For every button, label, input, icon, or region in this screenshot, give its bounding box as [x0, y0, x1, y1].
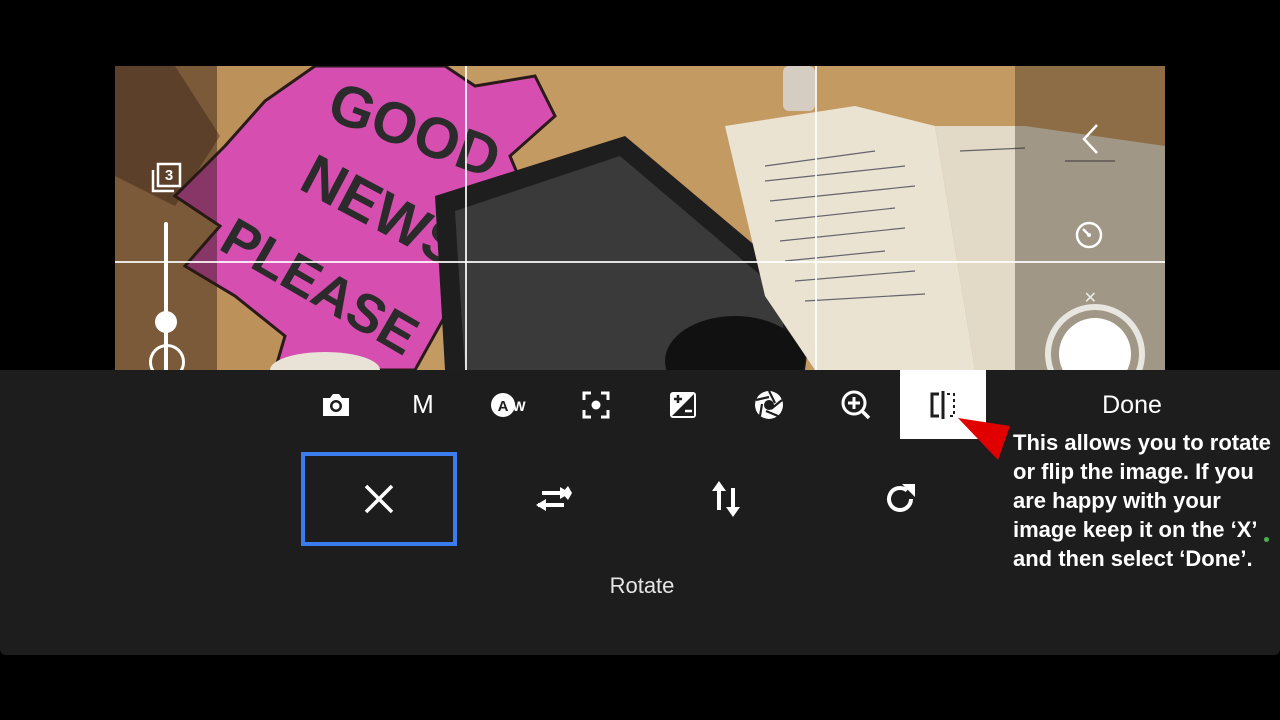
manual-mode-label: M	[412, 389, 434, 419]
chevron-left-icon[interactable]	[1079, 122, 1103, 156]
option-flip-horizontal[interactable]	[475, 452, 631, 546]
focus-button[interactable]	[553, 370, 639, 439]
flip-icon	[930, 390, 955, 419]
option-none[interactable]	[301, 452, 457, 546]
camera-mode-button[interactable]	[293, 370, 379, 439]
close-icon	[364, 484, 394, 514]
gallery-count: 3	[164, 167, 174, 184]
done-button[interactable]: Done	[1080, 387, 1184, 423]
zoom-slider-handle[interactable]	[155, 311, 177, 333]
exposure-icon	[670, 391, 696, 418]
grid-line	[115, 261, 1165, 263]
flip-horizontal-icon	[536, 486, 572, 511]
timer-icon[interactable]	[1073, 218, 1105, 250]
aperture-icon	[755, 390, 783, 419]
white-balance-button[interactable]: A W	[466, 370, 552, 439]
svg-text:W: W	[512, 398, 526, 414]
callout-arrow-icon	[958, 418, 1010, 460]
rotate-icon	[887, 484, 915, 512]
auto-white-balance-icon: A W	[491, 392, 526, 417]
zoom-in-icon	[841, 390, 871, 419]
zoom-button[interactable]	[813, 370, 899, 439]
svg-text:A: A	[498, 398, 509, 415]
aperture-button[interactable]	[726, 370, 812, 439]
grid-line	[815, 66, 817, 370]
grid-line	[465, 66, 467, 370]
camera-preview: GOOD NEWS PLEASE 3 ✕	[115, 66, 1165, 370]
manual-mode-button[interactable]: M	[380, 370, 466, 439]
option-flip-vertical[interactable]	[648, 452, 804, 546]
camera-icon	[323, 393, 349, 416]
shutter-inner	[1059, 318, 1131, 370]
flip-vertical-icon	[712, 481, 740, 517]
indicator-dot	[1264, 537, 1269, 542]
option-rotate[interactable]	[822, 452, 978, 546]
exposure-button[interactable]	[640, 370, 726, 439]
rotate-label: Rotate	[609, 573, 675, 598]
preview-photo: GOOD NEWS PLEASE	[115, 66, 1165, 370]
focus-icon	[582, 391, 610, 418]
callout-text: This allows you to rotate or flip the im…	[1013, 430, 1271, 571]
